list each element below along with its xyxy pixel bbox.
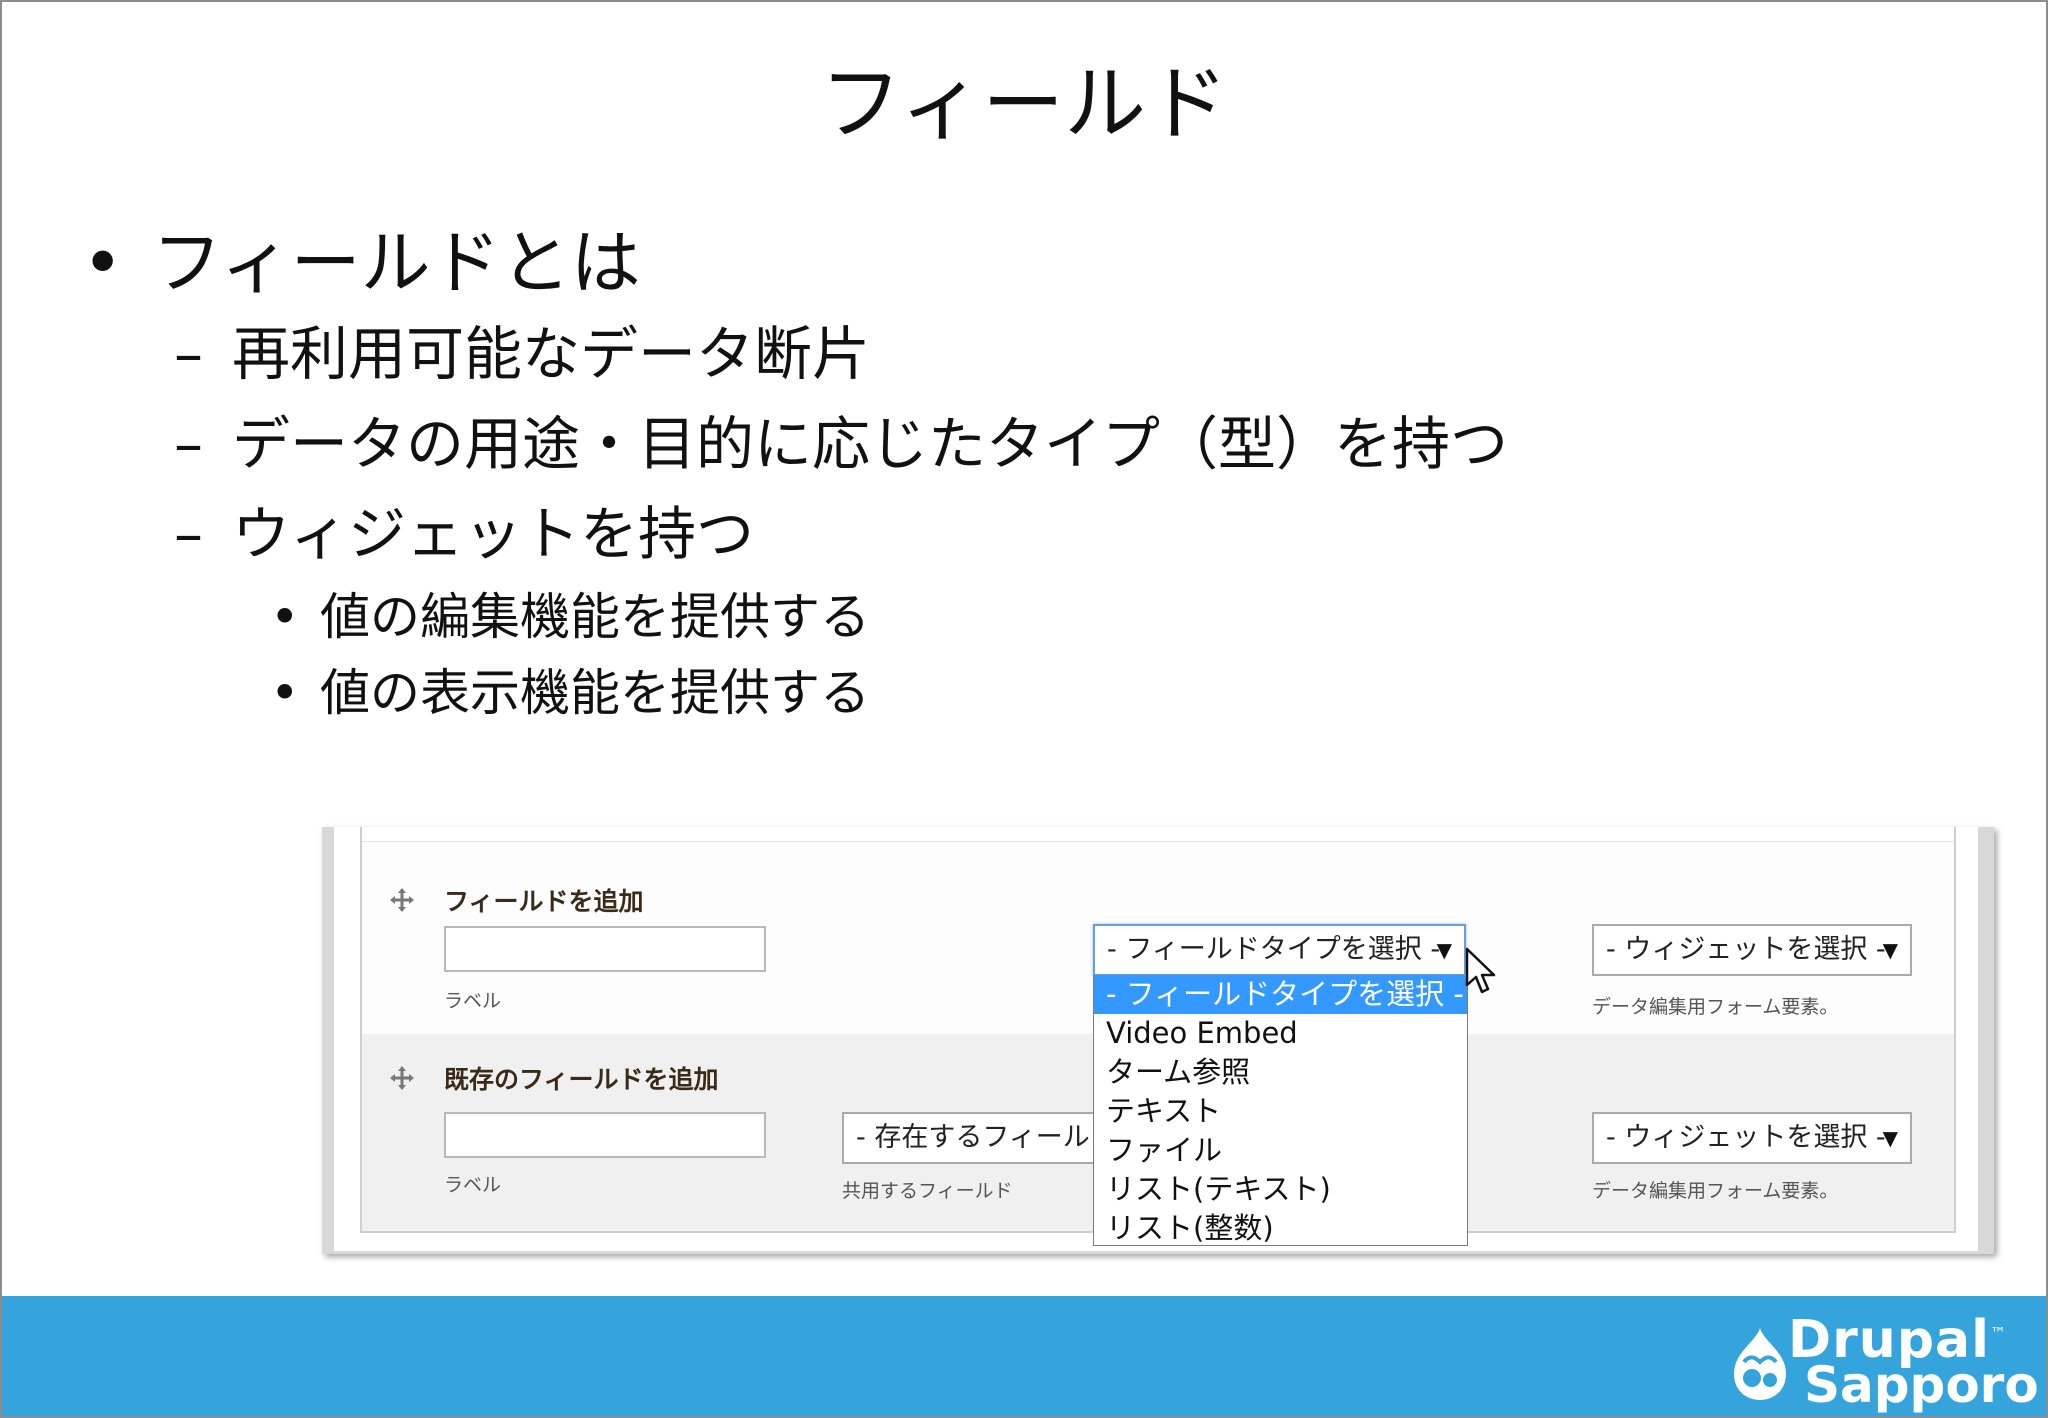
dropdown-option[interactable]: リスト(テキスト) xyxy=(1094,1170,1467,1209)
existing-widget-select[interactable]: - ウィジェットを選択 - ▼ xyxy=(1592,1112,1912,1164)
dropdown-option[interactable]: テキスト xyxy=(1094,1092,1467,1131)
label-caption: ラベル xyxy=(444,990,502,1012)
existing-field-caption: 共用するフィールド xyxy=(842,1180,1013,1202)
dash-marker: – xyxy=(174,410,203,478)
bullet-text: 値の表示機能を提供する xyxy=(320,664,870,722)
bullet-level2-2: – データの用途・目的に応じたタイプ（型）を持つ xyxy=(174,404,1508,484)
existing-field-label-input[interactable] xyxy=(444,1112,766,1158)
widget-select-value: - ウィジェットを選択 - xyxy=(1606,934,1886,965)
mouse-pointer-icon xyxy=(1464,947,1498,995)
dropdown-option[interactable]: ターム参照 xyxy=(1094,1053,1467,1092)
widget-caption: データ編集用フォーム要素。 xyxy=(1592,1180,1839,1202)
field-type-dropdown-list: - フィールドタイプを選択 - Video Embed ターム参照 テキスト フ… xyxy=(1093,975,1468,1246)
chevron-down-icon: ▼ xyxy=(1882,1126,1898,1150)
bullet-text: データの用途・目的に応じたタイプ（型）を持つ xyxy=(232,410,1509,478)
widget-select-value: - ウィジェットを選択 - xyxy=(1606,1122,1886,1153)
existing-field-select-value: - 存在するフィールド xyxy=(856,1122,1093,1153)
dash-marker: – xyxy=(174,500,203,568)
bullet-text: 値の編集機能を提供する xyxy=(320,588,870,646)
bullet-marker: • xyxy=(82,222,124,304)
bullet-level2-1: – 再利用可能なデータ断片 xyxy=(174,314,870,394)
widget-select[interactable]: - ウィジェットを選択 - ▼ xyxy=(1592,924,1912,976)
footer-bar: Drupal™ Sapporo xyxy=(2,1296,2046,1416)
slide-title: フィールド xyxy=(819,57,1229,152)
existing-field-select[interactable]: - 存在するフィールド xyxy=(842,1112,1093,1164)
field-type-select[interactable]: - フィールドタイプを選択 - ▼ xyxy=(1093,924,1466,976)
bullet-text: ウィジェットを持つ xyxy=(232,500,755,568)
bullet-level3-1: • 値の編集機能を提供する xyxy=(270,582,870,652)
dropdown-option[interactable]: Video Embed xyxy=(1094,1014,1467,1053)
existing-field-title: 既存のフィールドを追加 xyxy=(444,1065,719,1094)
bullet-level3-2: • 値の表示機能を提供する xyxy=(270,658,870,728)
move-arrows-icon[interactable] xyxy=(388,886,416,914)
slide: フィールド • フィールドとは – 再利用可能なデータ断片 – データの用途・目的に応… xyxy=(0,0,2048,1418)
label-caption: ラベル xyxy=(444,1174,502,1196)
bullet-level2-3: – ウィジェットを持つ xyxy=(174,494,754,574)
bullet-marker: • xyxy=(270,664,300,722)
add-field-title: フィールドを追加 xyxy=(444,887,644,916)
bullet-text: フィールドとは xyxy=(152,222,641,304)
chevron-down-icon: ▼ xyxy=(1436,938,1452,962)
new-field-label-input[interactable] xyxy=(444,926,766,972)
dropdown-option[interactable]: - フィールドタイプを選択 - xyxy=(1094,975,1467,1014)
dash-marker: – xyxy=(174,320,203,388)
logo-word-sapporo: Sapporo xyxy=(1804,1356,2039,1414)
dropdown-option[interactable]: リスト(整数) xyxy=(1094,1209,1467,1245)
manage-fields-panel: フィールドを追加 ラベル - フィールドタイプを選択 - ▼ - ウィジェットを… xyxy=(360,827,1956,1246)
field-type-select-value: - フィールドタイプを選択 - xyxy=(1107,934,1441,965)
widget-caption: データ編集用フォーム要素。 xyxy=(1592,996,1839,1018)
drupal-sapporo-logo: Drupal™ Sapporo xyxy=(1720,1310,2039,1414)
dropdown-option[interactable]: ファイル xyxy=(1094,1131,1467,1170)
chevron-down-icon: ▼ xyxy=(1882,938,1898,962)
trademark: ™ xyxy=(1989,1323,2007,1343)
move-arrows-icon[interactable] xyxy=(388,1064,416,1092)
embedded-screenshot: フィールドを追加 ラベル - フィールドタイプを選択 - ▼ - ウィジェットを… xyxy=(322,827,1994,1254)
screenshot-frame: フィールドを追加 ラベル - フィールドタイプを選択 - ▼ - ウィジェットを… xyxy=(334,827,1978,1251)
bullet-marker: • xyxy=(270,588,300,646)
bullet-level1: • フィールドとは xyxy=(82,218,641,308)
bullet-text: 再利用可能なデータ断片 xyxy=(232,320,871,388)
